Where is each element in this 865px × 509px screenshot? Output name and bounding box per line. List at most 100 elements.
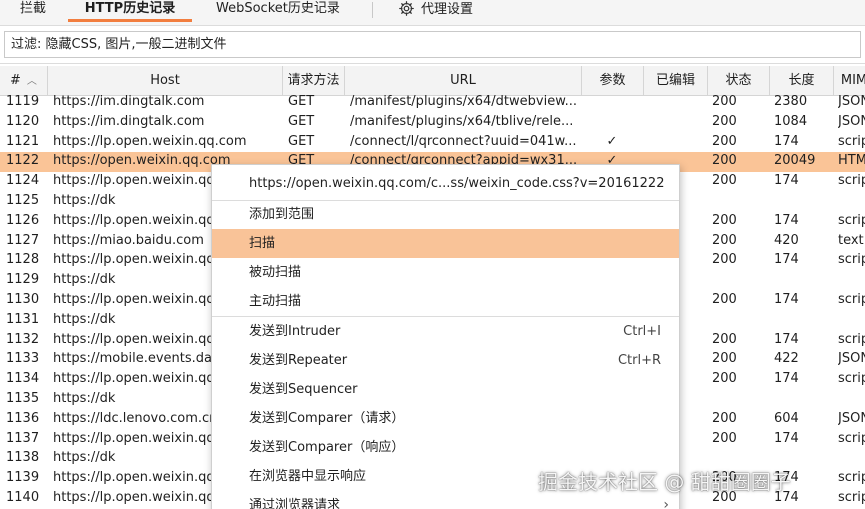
cell-length: 174 xyxy=(774,252,799,268)
cell-num: 1129 xyxy=(6,272,40,288)
cell-num: 1133 xyxy=(6,351,40,367)
table-row[interactable]: 1121 https://lp.open.weixin.qq.com GET/con… xyxy=(0,133,865,153)
menu-item-send-to-intruder[interactable]: 发送到Intruder Ctrl+I xyxy=(212,317,679,346)
menu-item-send-to-comparer-response[interactable]: 发送到Comparer（响应） xyxy=(212,433,679,462)
cell-mime: scrip xyxy=(838,371,865,387)
cell-method: GET xyxy=(288,113,315,129)
cell-status: 200 xyxy=(712,153,737,169)
menu-item-passive-scan[interactable]: 被动扫描 xyxy=(212,258,679,287)
cell-num: 1136 xyxy=(6,410,40,426)
cell-mime: scrip xyxy=(838,470,865,486)
cell-mime: JSON xyxy=(838,351,865,367)
cell-length: 174 xyxy=(774,371,799,387)
gear-icon xyxy=(398,0,415,23)
menu-item-url[interactable]: https://open.weixin.qq.com/c...ss/weixin… xyxy=(212,169,679,198)
cell-status: 200 xyxy=(712,351,737,367)
cell-mime: scrip xyxy=(838,331,865,347)
table-row[interactable]: 1120 https://im.dingtalk.com GET/manifest/… xyxy=(0,113,865,133)
cell-mime xyxy=(838,192,865,212)
tab-websocket-history[interactable]: WebSocket历史记录 xyxy=(216,0,340,26)
shortcut-label: Ctrl+I xyxy=(623,324,661,339)
cell-mime: JSON xyxy=(838,113,865,129)
cell-mime: scrip xyxy=(838,430,865,446)
menu-show-in-browser-label: 在浏览器中显示响应 xyxy=(249,469,367,484)
column-header-method[interactable]: 请求方法 xyxy=(283,66,345,96)
cell-length: 174 xyxy=(774,173,799,189)
cell-status xyxy=(712,390,768,410)
menu-item-active-scan[interactable]: 主动扫描 xyxy=(212,287,679,316)
cell-mime: JSON xyxy=(838,410,865,426)
cell-status: 200 xyxy=(712,113,737,129)
column-header-length[interactable]: 长度 xyxy=(770,66,834,96)
tab-intercept[interactable]: 拦截 xyxy=(20,0,46,26)
menu-add-to-scope-label: 添加到范围 xyxy=(249,207,315,222)
cell-host: https://lp.open.weixin.qq.com xyxy=(53,133,247,149)
cell-status: 200 xyxy=(712,331,737,347)
menu-request-in-browser-label: 通过浏览器请求 xyxy=(249,498,341,509)
column-num-label: # xyxy=(10,73,21,88)
cell-num: 1130 xyxy=(6,292,40,307)
cell-params xyxy=(582,93,642,113)
cell-params: ✓ xyxy=(606,133,618,149)
cell-num: 1119 xyxy=(6,94,40,109)
menu-item-send-to-repeater[interactable]: 发送到Repeater Ctrl+R xyxy=(212,346,679,375)
cell-method: GET xyxy=(288,133,315,149)
cell-status: 200 xyxy=(712,173,737,189)
cell-status: 200 xyxy=(712,94,737,109)
menu-item-add-to-scope[interactable]: 添加到范围 xyxy=(212,200,679,229)
context-menu: https://open.weixin.qq.com/c...ss/weixin… xyxy=(211,164,680,509)
column-header-num[interactable]: # ︿ xyxy=(0,66,48,96)
cell-mime: text xyxy=(838,232,864,248)
cell-edited xyxy=(644,113,706,133)
cell-num: 1122 xyxy=(6,153,40,169)
cell-length: 20049 xyxy=(774,153,816,169)
menu-send-comparer-response-label: 发送到Comparer（响应） xyxy=(249,440,405,455)
cell-length: 174 xyxy=(774,331,799,347)
cell-length: 174 xyxy=(774,212,799,228)
tab-divider xyxy=(372,2,373,18)
cell-num: 1125 xyxy=(6,193,40,208)
menu-item-send-to-sequencer[interactable]: 发送到Sequencer xyxy=(212,375,679,404)
cell-mime: scrip xyxy=(838,212,865,228)
cell-length xyxy=(774,192,832,212)
cell-mime: JSON xyxy=(838,94,865,109)
menu-url-label: https://open.weixin.qq.com/c...ss/weixin… xyxy=(249,176,665,191)
cell-num: 1135 xyxy=(6,391,40,406)
menu-send-sequencer-label: 发送到Sequencer xyxy=(249,382,358,397)
cell-status: 200 xyxy=(712,133,737,149)
cell-edited xyxy=(644,93,706,113)
column-header-host[interactable]: Host xyxy=(48,66,283,96)
cell-length: 420 xyxy=(774,232,799,248)
cell-status: 200 xyxy=(712,212,737,228)
cell-url: /connect/l/qrconnect?uuid=041w... xyxy=(350,133,577,149)
column-header-params[interactable]: 参数 xyxy=(582,66,644,96)
tab-proxy-settings[interactable]: 代理设置 xyxy=(398,0,473,26)
column-header-url[interactable]: URL xyxy=(345,66,582,96)
cell-num: 1126 xyxy=(6,212,40,228)
tab-http-history[interactable]: HTTP历史记录 xyxy=(68,0,192,22)
column-header-mime[interactable]: MIM xyxy=(834,66,865,96)
watermark: 掘金技术社区 @ 甜甜圈圈子 xyxy=(538,470,791,494)
cell-status: 200 xyxy=(712,430,737,446)
menu-item-scan[interactable]: 扫描 xyxy=(212,229,679,258)
cell-url: /manifest/plugins/x64/dtwebview... xyxy=(350,94,578,109)
cell-length: 174 xyxy=(774,430,799,446)
cell-url: /manifest/plugins/x64/tblive/rele... xyxy=(350,113,574,129)
column-header-edited[interactable]: 已编辑 xyxy=(644,66,708,96)
cell-num: 1131 xyxy=(6,311,40,327)
shortcut-label: Ctrl+R xyxy=(617,353,661,368)
cell-num: 1139 xyxy=(6,470,40,486)
filter-field[interactable]: 过滤: 隐藏CSS, 图片,一般二进制文件 xyxy=(4,31,861,58)
cell-num: 1128 xyxy=(6,252,40,268)
menu-passive-scan-label: 被动扫描 xyxy=(249,265,302,280)
menu-item-send-to-comparer-request[interactable]: 发送到Comparer（请求） xyxy=(212,404,679,433)
table-row[interactable]: 1119 https://im.dingtalk.com GET/manifest/… xyxy=(0,93,865,113)
cell-mime: scrip xyxy=(838,133,865,149)
table-header: # ︿ Host 请求方法 URL 参数 已编辑 状态 长度 MIM xyxy=(0,66,865,96)
cell-length: 604 xyxy=(774,410,799,426)
cell-status: 200 xyxy=(712,252,737,268)
column-header-status[interactable]: 状态 xyxy=(708,66,770,96)
cell-status: 200 xyxy=(712,292,737,307)
cell-num: 1134 xyxy=(6,371,40,387)
cell-mime: scrip xyxy=(838,490,865,505)
